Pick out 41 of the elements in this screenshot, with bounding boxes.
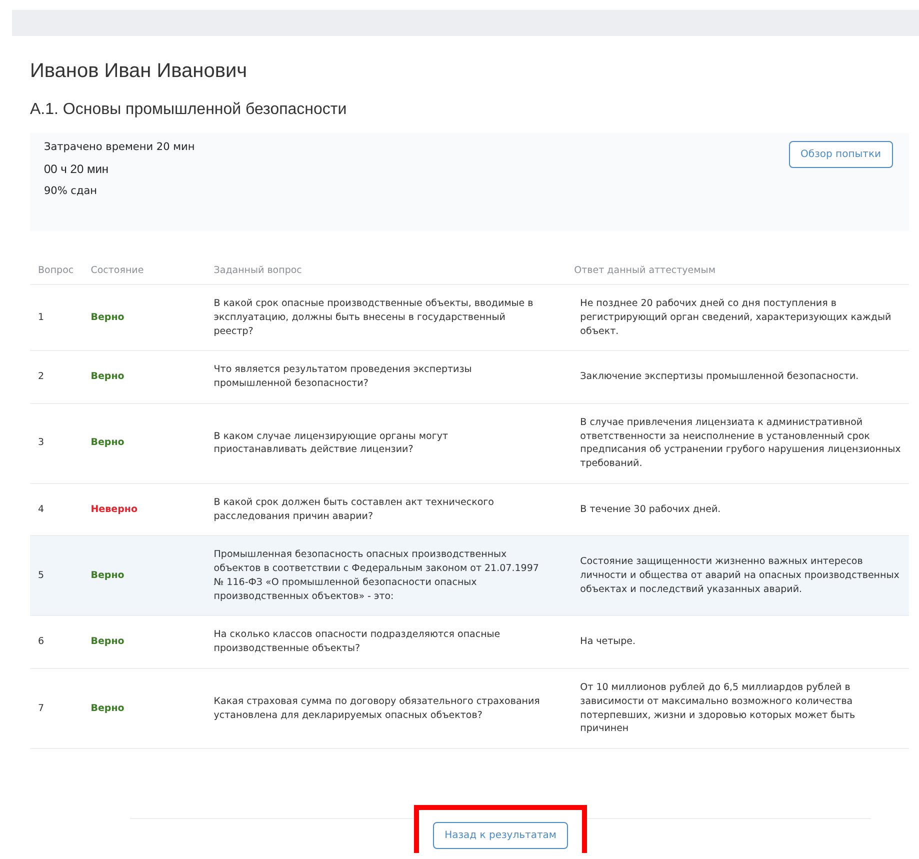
status-text: Верно — [90, 371, 124, 382]
column-header: Ответ данный аттестуемым — [566, 257, 909, 284]
status-text: Верно — [90, 570, 124, 582]
question-cell: В каком случае лицензирующие органы могут приостанавливать действие лицензии? — [206, 403, 566, 484]
column-header: Вопрос — [30, 257, 83, 284]
duration: 00 ч 20 мин — [44, 162, 110, 176]
status-text: Верно — [90, 702, 124, 714]
table-row[interactable]: 2 Верно Что является результатом проведения экспертизы промышленной безопасности? Заключение экспертизы промышленной безопасности. — [30, 350, 909, 404]
answer-cell: Состояние защищенности жизненно важных интересов личности и общества от аварий на опасных производственных объектах и последствий указанных аварий. — [566, 536, 909, 616]
answer-cell: В течение 30 рабочих дней. — [566, 483, 909, 536]
status-text: Верно — [90, 312, 124, 323]
back-to-results-button[interactable]: Назад к результатам — [432, 822, 568, 849]
question-cell: В какой срок опасные производственные объекты, вводимые в эксплуатацию, должны быть внесены в государственный реестр? — [206, 284, 566, 351]
review-attempt-button[interactable]: Обзор попытки — [788, 141, 893, 168]
test-title: А.1. Основы промышленной безопасности — [30, 101, 348, 119]
question-number: 4 — [30, 483, 83, 536]
answer-cell: На четыре. — [566, 616, 909, 669]
answer-cell: В случае привлечения лицензиата к административной ответственности за неисполнение в установленный срок предписания об устранении грубого нарушения лицензионных требований. — [566, 403, 909, 484]
question-number: 1 — [30, 284, 83, 351]
person-name: Иванов Иван Иванович — [30, 60, 248, 83]
answer-cell: Заключение экспертизы промышленной безопасности. — [566, 350, 909, 404]
question-cell: Какая страховая сумма по договору обязательного страхования установлена для декларируемых опасных объектов? — [206, 668, 566, 749]
question-number: 3 — [30, 403, 83, 484]
question-cell: Что является результатом проведения экспертизы промышленной безопасности? — [206, 350, 566, 404]
answer-cell: Не позднее 20 рабочих дней со дня поступления в регистрирующий орган сведений, характеризующих каждый объект. — [566, 284, 909, 351]
question-number: 5 — [30, 536, 83, 616]
question-cell: На сколько классов опасности подразделяются опасные производственные объекты? — [206, 616, 566, 669]
question-cell: В какой срок должен быть составлен акт технического расследования причин аварии? — [206, 483, 566, 536]
answer-cell: От 10 миллионов рублей до 6,5 миллиардов рублей в зависимости от максимально возможного количества потерпевших, жизни и здоровью которых может быть причинен — [566, 668, 909, 749]
time-spent: Затрачено времени 20 мин — [44, 141, 195, 153]
status-text: Верно — [90, 636, 124, 648]
question-cell: Промышленная безопасность опасных производственных объектов в соответствии с Федеральным законом от 21.07.1997 № 116-ФЗ «О промышленной безопасности опасных производственных объектов» - это: — [206, 536, 566, 616]
question-number: 7 — [30, 668, 83, 749]
result: 90% сдан — [44, 185, 98, 197]
question-number: 6 — [30, 616, 83, 669]
table-row[interactable]: 6 Верно На сколько классов опасности подразделяются опасные производственные объекты? На четыре. — [30, 616, 909, 669]
column-header: Заданный вопрос — [206, 257, 566, 284]
status-text: Верно — [90, 437, 124, 448]
status-text: Неверно — [90, 504, 138, 515]
question-number: 2 — [30, 350, 83, 404]
column-header: Состояние — [82, 257, 206, 284]
